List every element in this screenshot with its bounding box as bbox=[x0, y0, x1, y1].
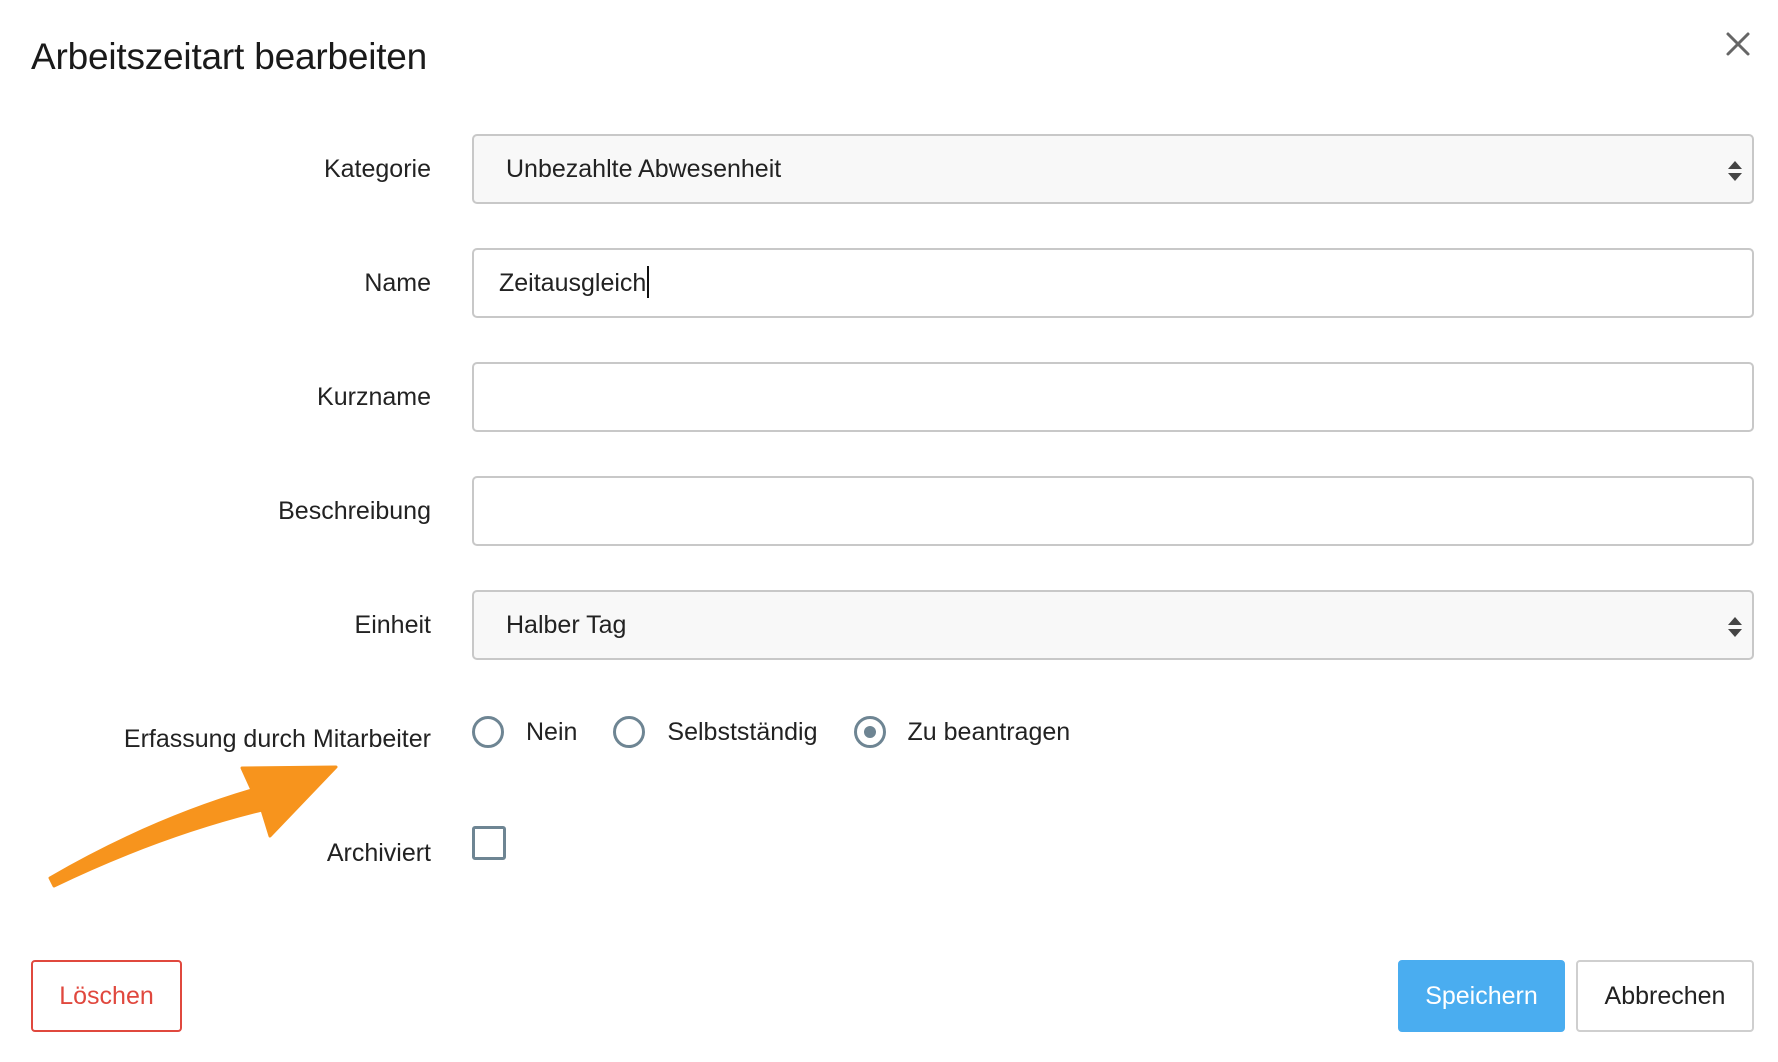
kategorie-select[interactable]: Unbezahlte Abwesenheit bbox=[472, 134, 1754, 204]
radio-label-selbststaendig: Selbstständig bbox=[667, 717, 818, 746]
radio-option-zu-beantragen[interactable]: Zu beantragen bbox=[853, 716, 1071, 748]
radio-label-zu-beantragen: Zu beantragen bbox=[907, 717, 1071, 746]
kurzname-label: Kurzname bbox=[317, 383, 431, 411]
erfassung-radio-group: Nein Selbstständig Zu beantragen bbox=[472, 710, 1106, 754]
einheit-label: Einheit bbox=[354, 611, 431, 639]
einheit-select-value: Halber Tag bbox=[506, 611, 627, 639]
select-arrows-icon bbox=[1728, 161, 1742, 181]
radio-selbststaendig[interactable] bbox=[613, 716, 646, 748]
einheit-select[interactable]: Halber Tag bbox=[472, 590, 1754, 660]
annotation-arrow-icon bbox=[48, 765, 338, 888]
beschreibung-label: Beschreibung bbox=[278, 497, 431, 525]
select-arrows-icon bbox=[1728, 617, 1742, 637]
edit-work-time-type-dialog: Arbeitszeitart bearbeiten Kategorie Unbe… bbox=[0, 0, 1778, 1062]
close-button[interactable] bbox=[1718, 24, 1758, 64]
name-label: Name bbox=[364, 269, 431, 297]
radio-label-nein: Nein bbox=[526, 717, 578, 746]
text-cursor bbox=[647, 266, 650, 299]
kurzname-input[interactable] bbox=[472, 362, 1754, 432]
beschreibung-input[interactable] bbox=[472, 476, 1754, 546]
archiviert-checkbox[interactable] bbox=[472, 826, 506, 860]
close-icon bbox=[1726, 32, 1750, 56]
cancel-button[interactable]: Abbrechen bbox=[1576, 960, 1754, 1032]
kategorie-select-value: Unbezahlte Abwesenheit bbox=[506, 155, 782, 183]
radio-nein[interactable] bbox=[472, 716, 504, 748]
save-button[interactable]: Speichern bbox=[1398, 960, 1565, 1032]
radio-option-selbststaendig[interactable]: Selbstständig bbox=[613, 716, 818, 748]
dialog-title: Arbeitszeitart bearbeiten bbox=[31, 36, 428, 77]
radio-zu-beantragen[interactable] bbox=[853, 716, 886, 748]
name-input[interactable]: Zeitausgleich bbox=[472, 248, 1754, 318]
radio-option-nein[interactable]: Nein bbox=[472, 716, 577, 748]
delete-button[interactable]: Löschen bbox=[31, 960, 182, 1032]
kategorie-label: Kategorie bbox=[323, 155, 431, 183]
name-input-value: Zeitausgleich bbox=[499, 269, 647, 297]
